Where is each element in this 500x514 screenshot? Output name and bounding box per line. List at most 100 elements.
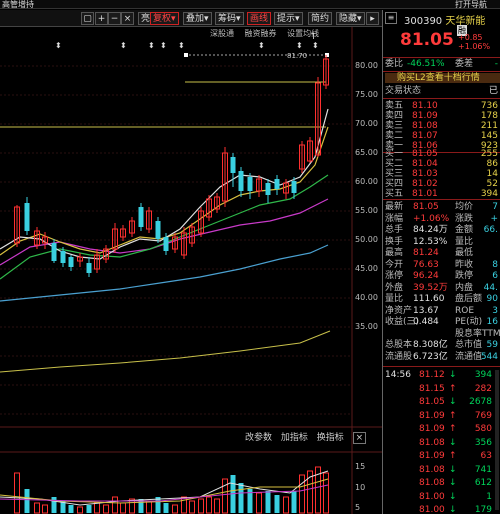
price-change-pct: +1.06% <box>458 42 491 51</box>
ask-price: 81.08 <box>412 121 438 131</box>
quote-label: 总手 <box>385 225 404 235</box>
quote-row: 总股本 8.308亿 总市值 59 <box>385 340 500 350</box>
price-tick: 45.00 <box>355 264 378 273</box>
dropdown-arrow-icon: ▾ <box>295 14 300 24</box>
ask-row: 卖五 81.10 736 <box>385 101 500 111</box>
square-icon[interactable]: ▢ <box>81 12 94 25</box>
switch-indicator-link[interactable]: 换指标 <box>317 433 344 443</box>
committee-diff-label: 委差 <box>455 59 474 69</box>
quote-label: 最高 <box>385 248 404 258</box>
tick-time: 14:56 <box>385 370 411 380</box>
close-icon[interactable]: × <box>352 432 367 444</box>
l2-banner[interactable]: 购买L2查看十档行情 <box>385 73 500 83</box>
tick-row: 81.08 ↓ 612 <box>385 478 500 488</box>
arrow-down-icon: ↓ <box>449 505 457 514</box>
add-indicator-link[interactable]: 加指标 <box>281 433 308 443</box>
tick-volume: 179 <box>474 505 492 514</box>
quote-row: 今开 76.63 昨收 8 <box>385 260 500 270</box>
quote-value: 13.67 <box>413 305 439 316</box>
svg-text:⬍: ⬍ <box>178 41 185 50</box>
quote-value-2: 3 <box>492 305 498 316</box>
ask-level-label: 卖五 <box>385 101 404 111</box>
bid-row: 买四 81.02 52 <box>385 179 500 189</box>
minus-icon[interactable]: − <box>108 12 121 25</box>
tick-price: 81.00 <box>419 491 445 502</box>
ask-level-label: 卖二 <box>385 131 404 141</box>
draw-line-button[interactable]: 画线 <box>247 12 272 25</box>
arrow-up-icon: ↑ <box>449 424 457 434</box>
quote-row: 涨幅 +1.06% 涨跌 + <box>385 214 500 224</box>
quote-label-2: 跌停 <box>455 271 474 281</box>
price-tick: 55.00 <box>355 206 378 215</box>
tick-volume: 741 <box>474 464 492 475</box>
rights-adjust-button[interactable]: 复权▾ <box>150 12 179 25</box>
event-markers: ⬍ ⬍ ⬍ ⬍ ⬍ ⬍ ⬍ ⬍ <box>55 41 319 50</box>
ask-level-label: 卖四 <box>385 111 404 121</box>
svg-text:⬍: ⬍ <box>258 41 265 50</box>
quote-label: 换手 <box>385 236 404 247</box>
bid-volume: 14 <box>486 169 498 179</box>
quote-row: 最高 81.24 最低 <box>385 248 500 258</box>
bid-volume: 394 <box>480 189 498 199</box>
tick-volume: 282 <box>474 383 492 394</box>
price-change-box: +0.85 +1.06% <box>458 33 490 51</box>
chips-button[interactable]: 筹码▾ <box>215 12 244 25</box>
quote-value: 81.24 <box>413 248 439 258</box>
ask-level-label: 卖三 <box>385 121 404 131</box>
hide-button[interactable]: 隐藏▾ <box>336 12 365 25</box>
expand-icon[interactable]: ▸ <box>366 12 379 25</box>
quote-value-2: 66. <box>483 225 498 235</box>
title-bar: 高管增持 打开导航 <box>0 0 500 9</box>
quote-value-2: 544 <box>480 351 498 362</box>
edit-params-link[interactable]: 改参数 <box>245 433 272 443</box>
trade-status-value: 已 <box>488 86 498 96</box>
hint-button[interactable]: 提示▾ <box>274 12 303 25</box>
bid-price: 81.03 <box>412 169 438 179</box>
bid-level-label: 买三 <box>385 169 404 179</box>
arrow-down-icon: ↓ <box>449 478 457 488</box>
peak-label: 81.70 <box>287 52 307 60</box>
scrollbar[interactable] <box>495 370 499 510</box>
svg-text:⬍: ⬍ <box>55 41 62 50</box>
divider <box>383 199 500 200</box>
menu-icon[interactable]: ≡ <box>385 12 397 24</box>
overlay-button[interactable]: 叠加▾ <box>183 12 212 25</box>
quote-label-2: 股息率TTM <box>455 328 500 339</box>
simple-mode-button[interactable]: 简约 <box>308 12 333 25</box>
bid-price: 81.01 <box>412 189 438 199</box>
volume-tick: 15 <box>355 462 366 471</box>
ma-line-blue <box>0 244 329 302</box>
quote-label: 最新 <box>385 202 404 212</box>
ma-line-purple <box>0 198 329 266</box>
hint-label: 提示 <box>277 14 296 24</box>
quote-label-2: 流通值 <box>455 351 483 362</box>
price-tick: 50.00 <box>355 235 378 244</box>
arrow-down-icon: ↓ <box>449 397 457 407</box>
volume-tick: 10 <box>355 483 366 492</box>
tick-price: 81.09 <box>419 410 445 421</box>
quote-row: 外盘 39.52万 内盘 44. <box>385 283 500 293</box>
chart-toolbar: ▢ + − × 亮点 复权▾ 叠加▾ 筹码▾ 画线 提示▾ 简约 隐藏▾ ▸ <box>0 10 382 27</box>
tick-volume: 580 <box>474 424 492 434</box>
bid-row: 买三 81.03 14 <box>385 169 500 179</box>
stock-code: 300390 <box>404 16 443 27</box>
svg-text:⬍: ⬍ <box>148 41 155 50</box>
tick-row: 81.08 ↓ 356 <box>385 438 500 448</box>
ask-row: 卖三 81.08 211 <box>385 121 500 131</box>
price-tick: 80.00 <box>355 61 378 70</box>
svg-text:⬍: ⬍ <box>160 41 167 50</box>
tick-row: 81.05 ↓ 2678 <box>385 397 500 407</box>
bid-level-label: 买二 <box>385 159 404 169</box>
trade-status-label: 交易状态 <box>385 86 422 96</box>
overlay-label: 叠加 <box>186 14 205 24</box>
svg-text:⬍: ⬍ <box>312 41 319 50</box>
open-navigation-link[interactable]: 打开导航 <box>455 0 487 10</box>
quote-value: 6.723亿 <box>413 351 448 362</box>
plus-icon[interactable]: + <box>95 12 108 25</box>
bid-row: 买二 81.04 86 <box>385 159 500 169</box>
quote-label-2: 昨收 <box>455 259 474 270</box>
close-icon[interactable]: × <box>121 12 134 25</box>
quote-value: 76.63 <box>413 259 439 270</box>
tick-volume: 2678 <box>469 397 492 407</box>
divider <box>383 57 500 58</box>
